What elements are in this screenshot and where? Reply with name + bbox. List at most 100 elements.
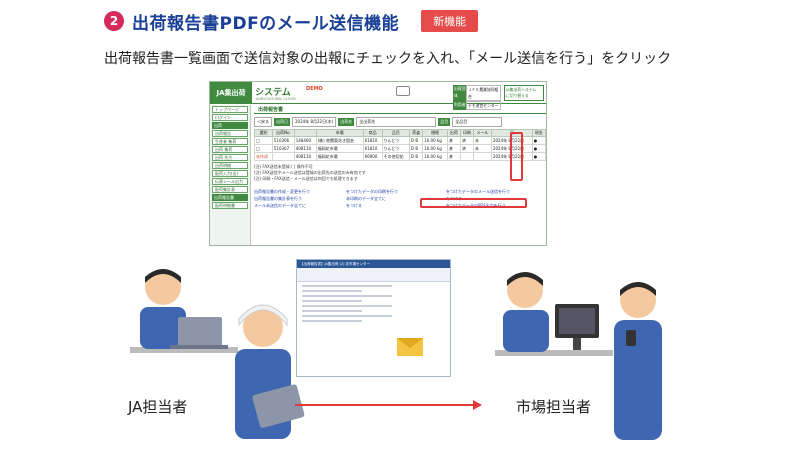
email-text-line [302,290,362,292]
sidebar-item[interactable]: 伝票シール出力 [212,178,248,185]
sidebar-item[interactable]: 配荷明細書 [212,202,248,209]
column-header: 選択 [254,129,273,137]
column-header: 荷姿 [409,129,424,137]
sidebar-item[interactable]: 出荷 先方 [212,154,248,161]
table-cell: 未 [473,136,492,145]
sidebar-item[interactable]: 配荷入力(出) [212,170,248,177]
sidebar-item[interactable]: 出荷報告 [212,130,248,137]
table-cell: 510367 [271,144,295,153]
email-text-line [302,315,392,317]
app-screenshot: JA集出荷 システム DEMO AGRICULTURAL CLOUD 出荷団体 Ｊ… [209,81,547,246]
table-cell: 10.00 kg [422,152,448,161]
user-row-value: ＪＦＥ農業協同組合 [466,85,501,101]
table-cell: 61810 [362,136,383,145]
table-cell: 福岡花市場 [315,144,364,153]
sidebar-item[interactable]: 出荷明細 [212,162,248,169]
date-select[interactable]: 2024年 8月22日(木) [292,116,337,127]
table-cell: (株) 南関東花き園芸 [315,136,364,145]
app-logo: JA集出荷 [210,82,252,104]
action-link[interactable]: をつけたデータの印刷を行う [346,188,446,195]
column-header: メール [473,129,492,137]
table-cell: D B [409,152,424,161]
table-cell: 福岡花市場 [315,152,364,161]
sidebar-item[interactable]: 出荷 [212,122,248,129]
action-link[interactable]: メール未送信のデータ全てに [254,202,346,209]
column-header: 品目 [381,129,411,137]
logout-icon[interactable] [396,86,410,96]
column-header: 市場 [315,129,364,137]
step-number: 2 [104,11,124,31]
table-cell [459,152,475,161]
column-header: 規格 [422,129,448,137]
ja-staff-tablet-illustration [235,304,305,439]
instruction-text: 出荷報告書一覧画面で送信対象の出報にチェックを入れ、「メール送信を行う」をクリッ… [104,51,672,67]
email-text-line [302,305,392,307]
switch-system-sub: に切り替える [506,93,529,98]
column-header: 出荷No. [271,129,295,137]
table-cell: 10.00 kg [422,144,448,153]
action-link[interactable]: 出荷報告書の集計表を行う [254,195,346,202]
table-cell: 408110 [293,144,317,153]
back-button[interactable]: ＜戻る [254,116,272,127]
table-cell: ● [531,144,546,153]
table-cell: ● [531,136,546,145]
envelope-icon [397,338,423,356]
sidebar-item[interactable]: ログイン [212,114,248,121]
row-checkbox[interactable]: □ [254,144,273,153]
table-cell: 66900 [362,152,383,161]
filter-bar: ＜戻る 出荷日 2024年 8月22日(木) 出荷先 全出荷先 品目 全品目 [254,116,546,127]
sidebar: トップページ ログイン 出荷 出荷報告 生産者 集荷 出荷 集荷 出荷 先方 出荷明細 配荷入力… [210,105,251,245]
table-cell: 未 [473,144,492,153]
flow-arrow-head [473,400,482,410]
market-staff-computer-illustration [495,272,613,356]
note-line: (注) 印刷・FAX送信・メール送信は何回でも処理できます [254,176,358,181]
table-cell: 済 [459,144,475,153]
ja-staff-label: JA担当者 [128,398,188,416]
email-text-line [302,300,362,302]
highlight-column [510,132,523,181]
app-subtitle: AGRICULTURAL CLOUD [256,97,296,101]
user-info: 出荷団体 ＪＦＥ農業協同組合 利用者 デモ運営センター [453,85,501,110]
app-header: JA集出荷 システム DEMO AGRICULTURAL CLOUD 出荷団体 Ｊ… [210,82,546,110]
new-feature-badge: 新機能 [421,10,479,32]
sidebar-item[interactable]: 生産者 集荷 [212,138,248,145]
email-text-line [302,285,392,287]
table-cell [473,152,492,161]
sidebar-item[interactable]: 出荷報告書 [212,194,248,201]
section-title: 出荷報告書 [254,106,546,114]
table-row: □ 510367 408110 福岡花市場 61810 りんどう D B 10.00 kg 済済… [254,144,546,153]
notes: (注) FAX送信未登録 ( ) 操作不可 (注) FAX送信やメール送信は登録の… [254,164,546,182]
sidebar-item[interactable]: 配荷集計表 [212,186,248,193]
email-title-bar: 【出荷報告書】JA集出荷 (2) 花市場センター [297,260,450,268]
email-text-line [302,320,362,322]
table-cell: 408110 [293,152,317,161]
table-cell: 510366 [271,136,295,145]
item-select[interactable]: 全品目 [452,116,503,127]
email-text-line [302,310,362,312]
sidebar-item[interactable]: 出荷 集荷 [212,146,248,153]
user-row-label: 出荷団体 [453,85,466,101]
item-label: 品目 [438,117,451,126]
row-checkbox[interactable]: 未作成 [254,152,273,161]
column-header: 印刷 [459,129,475,137]
table-cell: りんどう [381,136,411,145]
table-cell: 10.00 kg [422,136,448,145]
feature-title: 出荷報告書PDFのメール送信機能 [132,13,400,34]
table-cell: りんどう [381,144,411,153]
sidebar-item[interactable]: トップページ [212,106,248,113]
action-link[interactable]: 出荷報告書の作成・変更を行う [254,188,346,195]
action-link[interactable]: をつけたデータのメール送信を行う [446,188,546,195]
row-checkbox[interactable]: □ [254,136,273,145]
switch-system-button[interactable]: JA集出荷システム に切り替える [504,85,544,101]
demo-tag: DEMO [306,86,323,92]
table-cell: 148460 [293,136,317,145]
email-ribbon [297,268,450,282]
table-cell: 61810 [362,144,383,153]
header: 2 出荷報告書PDFのメール送信機能 新機能 [104,8,479,34]
market-staff-phone-illustration [614,282,662,440]
market-staff-label: 市場担当者 [516,398,592,416]
column-header: 現金 [531,129,546,137]
table-cell: D B [409,136,424,145]
table-row: □ 510366 148460 (株) 南関東花き園芸 61810 りんどう D B 10.0… [254,136,546,145]
dest-select[interactable]: 全出荷先 [356,116,437,127]
